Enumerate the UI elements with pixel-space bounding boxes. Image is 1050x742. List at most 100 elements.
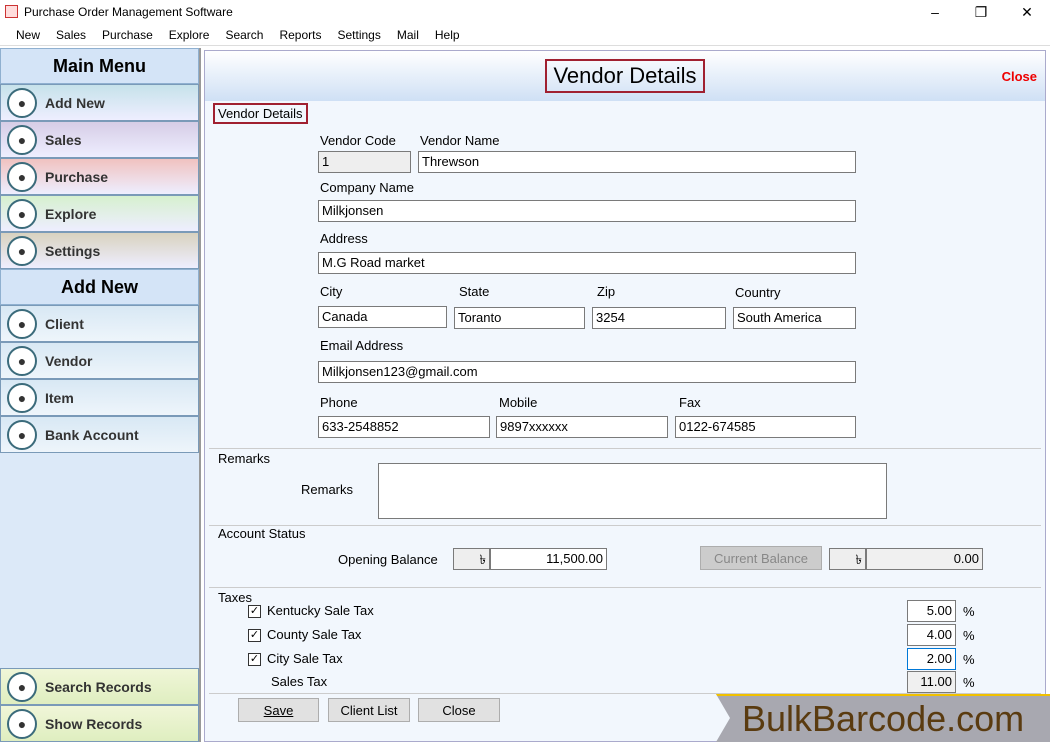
phone-field[interactable]: 633-2548852 — [318, 416, 490, 438]
sidebar-item-label: Search Records — [45, 678, 152, 695]
client-list-button[interactable]: Client List — [328, 698, 410, 722]
menu-explore[interactable]: Explore — [161, 28, 218, 42]
sales-tax-label: Sales Tax — [271, 674, 328, 689]
sidebar-item-item[interactable]: ● Item — [0, 379, 199, 416]
sidebar-item-label: Sales — [45, 131, 82, 148]
sidebar-item-sales[interactable]: ● Sales — [0, 121, 199, 158]
sidebar-item-show-records[interactable]: ● Show Records — [0, 705, 199, 742]
state-label: State — [459, 284, 490, 299]
percent-label: % — [963, 675, 975, 690]
window-title: Purchase Order Management Software — [24, 5, 233, 19]
tax-checkbox[interactable]: ✓ — [248, 605, 261, 618]
email-label: Email Address — [320, 338, 404, 353]
sidebar-item-label: Vendor — [45, 352, 93, 369]
bar-chart-icon: ● — [7, 124, 37, 155]
basket-icon: ● — [7, 161, 37, 192]
tax-checkbox[interactable]: ✓ — [248, 653, 261, 666]
title-bar: Purchase Order Management Software – ❐ ✕ — [0, 0, 1050, 24]
document-add-icon: ● — [7, 87, 37, 118]
tax-checkbox[interactable]: ✓ — [248, 629, 261, 642]
currency-symbol: ৳ — [829, 548, 866, 570]
sidebar-item-add-new[interactable]: ● Add New — [0, 84, 199, 121]
menu-mail[interactable]: Mail — [389, 28, 427, 42]
opening-balance-field[interactable]: 11,500.00 — [490, 548, 607, 570]
save-button[interactable]: Save — [238, 698, 319, 722]
close-link[interactable]: Close — [1002, 69, 1037, 84]
show-records-icon: ● — [7, 708, 37, 739]
menu-sales[interactable]: Sales — [48, 28, 94, 42]
sales-tax-field: 11.00 — [907, 671, 956, 693]
sidebar-item-label: Explore — [45, 205, 97, 222]
vendor-code-label: Vendor Code — [320, 133, 396, 148]
menu-new[interactable]: New — [8, 28, 48, 42]
account-status-label: Account Status — [218, 526, 306, 541]
sidebar-item-label: Settings — [45, 242, 101, 259]
zip-label: Zip — [597, 284, 616, 299]
sidebar-item-vendor[interactable]: ● Vendor — [0, 342, 199, 379]
menu-bar: New Sales Purchase Explore Search Reports Sett… — [0, 24, 1050, 46]
close-window-button[interactable]: ✕ — [1004, 0, 1050, 24]
city-field[interactable]: Canada — [318, 306, 447, 328]
sidebar-item-purchase[interactable]: ● Purchase — [0, 158, 199, 195]
mobile-field[interactable]: 9897xxxxxx — [496, 416, 668, 438]
currency-symbol: ৳ — [453, 548, 490, 570]
menu-reports[interactable]: Reports — [271, 28, 329, 42]
maximize-button[interactable]: ❐ — [958, 0, 1004, 24]
address-field[interactable]: M.G Road market — [318, 252, 856, 274]
percent-label: % — [963, 652, 975, 667]
magnifier-icon: ● — [7, 198, 37, 229]
zip-field[interactable]: 3254 — [592, 307, 726, 329]
city-label: City — [320, 284, 343, 299]
mobile-label: Mobile — [499, 395, 538, 410]
state-field[interactable]: Toranto — [454, 307, 585, 329]
country-label: Country — [735, 285, 781, 300]
gear-icon: ● — [7, 235, 37, 266]
country-field[interactable]: South America — [733, 307, 856, 329]
email-field[interactable]: Milkjonsen123@gmail.com — [318, 361, 856, 383]
fax-label: Fax — [679, 395, 701, 410]
sidebar-item-label: Show Records — [45, 715, 143, 732]
sidebar-item-settings[interactable]: ● Settings — [0, 232, 199, 269]
company-field[interactable]: Milkjonsen — [318, 200, 856, 222]
watermark-banner: BulkBarcode.com — [716, 694, 1050, 742]
menu-help[interactable]: Help — [427, 28, 468, 42]
sidebar-item-explore[interactable]: ● Explore — [0, 195, 199, 232]
taxes-divider — [209, 587, 1041, 588]
vendor-code-field[interactable]: 1 — [318, 151, 411, 173]
bank-icon: ● — [7, 419, 37, 450]
sidebar: Main Menu ● Add New ● Sales ● Purchase ● Explor… — [0, 48, 201, 742]
remarks-divider — [209, 448, 1041, 449]
page-title: Vendor Details — [545, 59, 705, 93]
client-icon: ● — [7, 308, 37, 339]
tax-rate-field[interactable]: 2.00 — [907, 648, 956, 670]
buttons-divider — [209, 693, 1041, 694]
company-label: Company Name — [320, 180, 414, 195]
current-balance-button[interactable]: Current Balance — [700, 546, 822, 570]
remarks-textarea[interactable] — [378, 463, 887, 519]
percent-label: % — [963, 628, 975, 643]
tax-label: Kentucky Sale Tax — [267, 603, 374, 618]
sidebar-item-client[interactable]: ● Client — [0, 305, 199, 342]
phone-label: Phone — [320, 395, 358, 410]
tax-label: County Sale Tax — [267, 627, 362, 642]
percent-label: % — [963, 604, 975, 619]
tax-rate-field[interactable]: 4.00 — [907, 624, 956, 646]
close-button[interactable]: Close — [418, 698, 500, 722]
sidebar-item-label: Client — [45, 315, 84, 332]
add-new-header: Add New — [0, 269, 199, 305]
current-balance-field: 0.00 — [866, 548, 983, 570]
sidebar-item-bank-account[interactable]: ● Bank Account — [0, 416, 199, 453]
menu-search[interactable]: Search — [217, 28, 271, 42]
tax-rate-field[interactable]: 5.00 — [907, 600, 956, 622]
menu-settings[interactable]: Settings — [330, 28, 389, 42]
shopping-bag-icon: ● — [7, 382, 37, 413]
search-records-icon: ● — [7, 671, 37, 702]
remarks-group-label: Remarks — [218, 451, 271, 466]
fax-field[interactable]: 0122-674585 — [675, 416, 856, 438]
sidebar-item-search-records[interactable]: ● Search Records — [0, 668, 199, 705]
minimize-button[interactable]: – — [912, 0, 958, 24]
vendor-name-field[interactable]: Threwson — [418, 151, 856, 173]
menu-purchase[interactable]: Purchase — [94, 28, 161, 42]
remarks-label: Remarks — [301, 482, 354, 497]
opening-balance-label: Opening Balance — [338, 552, 438, 567]
